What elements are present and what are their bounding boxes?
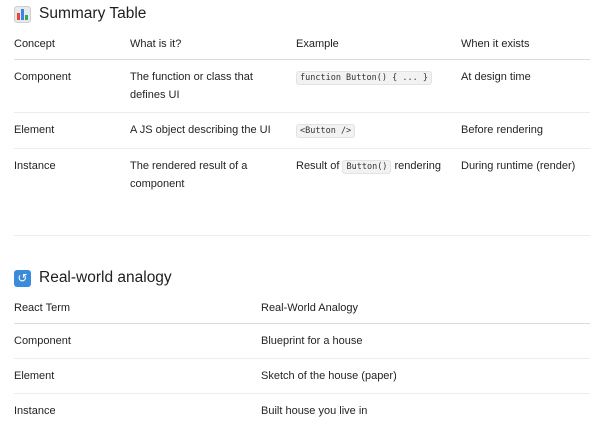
cell-term: Element bbox=[14, 359, 261, 394]
example-suffix: rendering bbox=[395, 160, 441, 172]
summary-title: Summary Table bbox=[39, 5, 146, 23]
cell-analogy: Sketch of the house (paper) bbox=[261, 359, 590, 394]
column-header-example: Example bbox=[296, 29, 461, 60]
summary-table: Concept What is it? Example When it exis… bbox=[14, 29, 590, 201]
cell-when: During runtime (render) bbox=[461, 149, 590, 202]
bar-chart-icon bbox=[14, 6, 31, 23]
table-row: Element Sketch of the house (paper) bbox=[14, 359, 590, 394]
analogy-header-row: React Term Real-World Analogy bbox=[14, 293, 590, 324]
summary-header-row: Concept What is it? Example When it exis… bbox=[14, 29, 590, 60]
cell-concept: Element bbox=[14, 113, 130, 149]
example-prefix: Result of bbox=[296, 160, 339, 172]
cell-example: <Button /> bbox=[296, 113, 461, 149]
column-header-what: What is it? bbox=[130, 29, 296, 60]
cell-analogy: Built house you live in bbox=[261, 394, 590, 428]
inline-code: function Button() { ... } bbox=[296, 71, 432, 85]
column-header-when: When it exists bbox=[461, 29, 590, 60]
cell-analogy: Blueprint for a house bbox=[261, 324, 590, 359]
table-row: Component The function or class that def… bbox=[14, 60, 590, 113]
cell-term: Instance bbox=[14, 394, 261, 428]
analogy-title: Real-world analogy bbox=[39, 269, 172, 287]
column-header-concept: Concept bbox=[14, 29, 130, 60]
cell-concept: Component bbox=[14, 60, 130, 113]
summary-heading: Summary Table bbox=[14, 5, 146, 23]
inline-code: <Button /> bbox=[296, 124, 355, 138]
repeat-icon: ↺ bbox=[14, 270, 31, 287]
cell-when: At design time bbox=[461, 60, 590, 113]
cell-example: function Button() { ... } bbox=[296, 60, 461, 113]
cell-example: Result of Button() rendering bbox=[296, 149, 461, 202]
inline-code: Button() bbox=[342, 160, 391, 174]
cell-what: The function or class that defines UI bbox=[130, 60, 296, 113]
analogy-table: React Term Real-World Analogy Component … bbox=[14, 293, 590, 428]
table-row: Instance Built house you live in bbox=[14, 394, 590, 428]
section-divider bbox=[14, 235, 590, 236]
column-header-analogy: Real-World Analogy bbox=[261, 293, 590, 324]
table-row: Component Blueprint for a house bbox=[14, 324, 590, 359]
analogy-heading: ↺ Real-world analogy bbox=[14, 269, 172, 287]
cell-what: The rendered result of a component bbox=[130, 149, 296, 202]
table-row: Instance The rendered result of a compon… bbox=[14, 149, 590, 202]
cell-what: A JS object describing the UI bbox=[130, 113, 296, 149]
column-header-term: React Term bbox=[14, 293, 261, 324]
cell-when: Before rendering bbox=[461, 113, 590, 149]
cell-term: Component bbox=[14, 324, 261, 359]
cell-concept: Instance bbox=[14, 149, 130, 202]
table-row: Element A JS object describing the UI <B… bbox=[14, 113, 590, 149]
